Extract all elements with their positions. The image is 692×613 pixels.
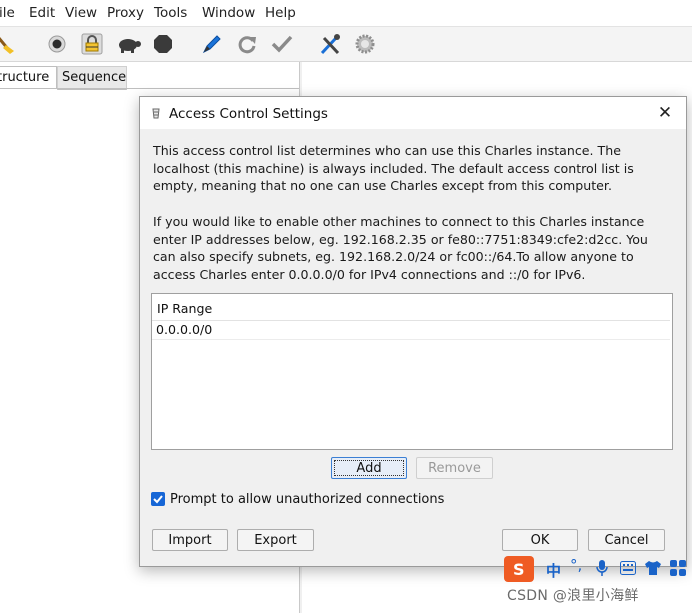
- microphone-icon: [596, 559, 608, 581]
- menu-window[interactable]: Window: [202, 5, 255, 21]
- turtle-throttle-icon[interactable]: [115, 33, 141, 55]
- ssl-lock-icon[interactable]: [80, 33, 104, 55]
- pen-compose-icon[interactable]: [199, 33, 223, 55]
- close-icon[interactable]: ✕: [654, 102, 676, 124]
- add-button[interactable]: Add: [331, 457, 407, 479]
- tab-divider: [0, 88, 299, 89]
- grid-menu-icon: [670, 560, 686, 580]
- remove-button[interactable]: Remove: [416, 457, 493, 479]
- svg-text:S: S: [513, 560, 525, 579]
- menu-proxy[interactable]: Proxy: [107, 5, 144, 21]
- charles-pot-icon: [151, 107, 161, 124]
- ip-range-cell: 0.0.0.0/0: [156, 322, 213, 337]
- tab-structure-label: tructure: [0, 70, 50, 85]
- export-button[interactable]: Export: [237, 529, 314, 551]
- menu-help[interactable]: Help: [265, 5, 296, 21]
- import-button[interactable]: Import: [152, 529, 228, 551]
- ok-button[interactable]: OK: [502, 529, 578, 551]
- ime-toolbar: S 中 °,: [504, 556, 692, 582]
- dialog-titlebar: Access Control Settings ✕: [140, 97, 686, 129]
- broom-icon[interactable]: [0, 33, 20, 55]
- menu-edit[interactable]: Edit: [29, 5, 55, 21]
- menu-tools[interactable]: Tools: [154, 5, 187, 21]
- tools-icon[interactable]: [318, 33, 342, 55]
- cancel-button[interactable]: Cancel: [588, 529, 665, 551]
- stop-icon[interactable]: [151, 33, 175, 55]
- ime-chinese-mode: 中: [546, 562, 562, 580]
- toolbar: [0, 27, 692, 62]
- prompt-unauthorized-checkbox[interactable]: [151, 492, 165, 506]
- repeat-icon[interactable]: [235, 33, 259, 55]
- dialog-title: Access Control Settings: [169, 106, 328, 122]
- menu-view[interactable]: View: [65, 5, 97, 21]
- ip-range-column-header: IP Range: [157, 301, 213, 316]
- settings-gear-icon[interactable]: [353, 33, 377, 55]
- table-header[interactable]: IP Range: [152, 294, 670, 321]
- tab-sequence-label: Sequence: [62, 70, 127, 85]
- skin-shirt-icon: [644, 560, 662, 580]
- validate-check-icon[interactable]: [270, 33, 294, 55]
- tab-sequence[interactable]: Sequence: [57, 66, 127, 90]
- keyboard-icon: [620, 561, 636, 579]
- csdn-watermark: CSDN @浪里小海鲜: [507, 588, 639, 604]
- ime-punct-icon: °,: [570, 556, 583, 574]
- menu-bar: ile Edit View Proxy Tools Window Help: [0, 0, 692, 27]
- record-icon[interactable]: [45, 33, 69, 55]
- description-paragraph-2: If you would like to enable other machin…: [153, 214, 648, 282]
- description-paragraph-1: This access control list determines who …: [153, 143, 634, 194]
- access-control-dialog: Access Control Settings ✕ This access co…: [139, 96, 687, 567]
- menu-file[interactable]: ile: [0, 5, 15, 21]
- tab-structure[interactable]: tructure: [0, 66, 57, 89]
- table-row[interactable]: 0.0.0.0/0: [152, 321, 670, 340]
- ip-range-table[interactable]: IP Range 0.0.0.0/0: [151, 293, 673, 450]
- prompt-unauthorized-label[interactable]: Prompt to allow unauthorized connections: [170, 492, 444, 507]
